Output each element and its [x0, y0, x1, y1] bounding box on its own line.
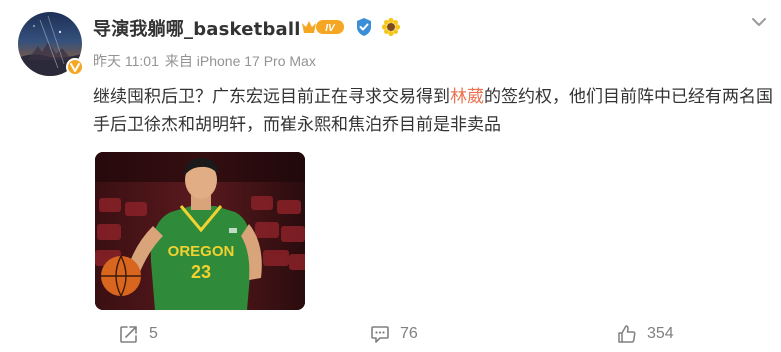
- repost-icon: [120, 326, 137, 343]
- weibo-post: 导演我躺哪_basketball IV 昨天 11:01 来自 iPhone 1…: [0, 0, 781, 352]
- post-text: 继续囤积后卫？广东宏远目前正在寻求交易得到林葳的签约权，他们目前阵中已经有两名国…: [93, 83, 773, 139]
- post-image[interactable]: OREGON 23: [95, 152, 305, 310]
- gold-v-badge-icon: [66, 58, 84, 76]
- comment-icon: [371, 326, 389, 343]
- post-meta: 昨天 11:01 来自 iPhone 17 Pro Max: [93, 51, 322, 71]
- post-time[interactable]: 昨天 11:01: [93, 53, 159, 69]
- verified-shield-icon[interactable]: [354, 17, 374, 37]
- jersey-team-text: OREGON: [168, 243, 235, 260]
- chevron-down-icon[interactable]: [750, 14, 768, 28]
- comment-count: 76: [400, 325, 418, 342]
- player-link[interactable]: 林葳: [450, 87, 484, 107]
- comment-button[interactable]: 76: [370, 322, 418, 346]
- repost-button[interactable]: 5: [119, 322, 158, 346]
- thumbs-up-icon: [618, 325, 636, 343]
- like-button[interactable]: 354: [617, 322, 674, 346]
- like-count: 354: [647, 325, 674, 342]
- level-badge-text: IV: [325, 23, 336, 34]
- post-source: 来自 iPhone 17 Pro Max: [164, 53, 316, 69]
- crown-level-badge-icon[interactable]: IV: [300, 17, 346, 37]
- jersey-number-text: 23: [191, 262, 211, 282]
- post-text-part1: 继续囤积后卫？广东宏远目前正在寻求交易得到: [93, 87, 450, 107]
- repost-count: 5: [149, 325, 158, 342]
- sun-flower-icon[interactable]: [381, 17, 401, 37]
- author-name[interactable]: 导演我躺哪_basketball: [93, 15, 301, 41]
